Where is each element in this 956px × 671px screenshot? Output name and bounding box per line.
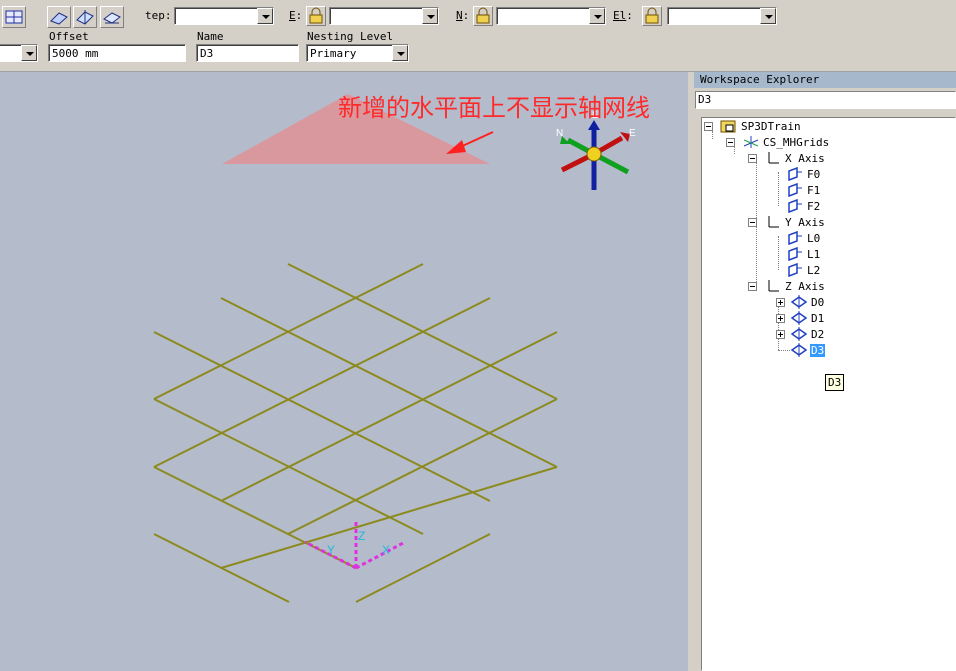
tree-node-elevation-plane[interactable]: D0 (790, 294, 825, 310)
grid-plane-icon (788, 182, 802, 198)
tree-node-grid-plane[interactable]: L2 (786, 262, 821, 278)
collapse-toggle[interactable] (748, 218, 757, 227)
grid-canvas[interactable]: Y X Z N E El (0, 72, 688, 671)
grid-plane-icon (788, 230, 802, 246)
y-axis-label: Y (327, 543, 335, 557)
name-field[interactable]: D3 (196, 44, 299, 62)
grid-plane-icon (788, 166, 802, 182)
collapse-toggle[interactable] (748, 282, 757, 291)
section-plane-icon[interactable] (100, 6, 124, 28)
grid-plane-icon (788, 198, 802, 214)
toolbar: tep: E: N: El: Offset 5000 mm Name D3 Ne… (0, 0, 956, 72)
tree-node-elevation-plane-selected[interactable]: D3 (790, 342, 826, 358)
chevron-down-icon[interactable] (392, 45, 408, 61)
tree-node-x-axis[interactable]: X Axis (764, 150, 826, 166)
grid-plane-icon (788, 246, 802, 262)
chevron-down-icon[interactable] (422, 8, 438, 24)
left-combo[interactable] (0, 44, 38, 62)
lock-icon[interactable] (473, 6, 493, 26)
tree-node-elevation-plane[interactable]: D2 (790, 326, 825, 342)
chevron-down-icon[interactable] (21, 45, 37, 61)
offset-field[interactable]: 5000 mm (48, 44, 186, 62)
chevron-down-icon[interactable] (589, 8, 605, 24)
elevation-plane-icon (790, 311, 808, 325)
lock-icon[interactable] (642, 6, 662, 26)
step-label: tep: (145, 9, 172, 22)
collapse-toggle[interactable] (726, 138, 735, 147)
nesting-level-combo[interactable]: Primary (306, 44, 409, 62)
el-label: El: (613, 9, 633, 22)
e-label: E: (289, 9, 303, 22)
folder-icon (720, 120, 736, 133)
offset-label: Offset (49, 30, 89, 43)
tree-node-grid-plane[interactable]: F2 (786, 198, 821, 214)
tree-node-grid-plane[interactable]: F1 (786, 182, 821, 198)
tree-node-grid-plane[interactable]: F0 (786, 166, 821, 182)
e-combo[interactable] (329, 7, 439, 25)
annotation-text: 新增的水平面上不显示轴网线 (338, 94, 650, 122)
lock-icon[interactable] (306, 6, 326, 26)
tree-node-grid-plane[interactable]: L1 (786, 246, 821, 262)
z-axis-label: Z (358, 529, 365, 543)
expand-toggle[interactable] (776, 330, 785, 339)
expand-toggle[interactable] (776, 298, 785, 307)
axis-icon (768, 216, 779, 228)
x-axis-label: X (382, 543, 390, 557)
tree-node-root[interactable]: SP3DTrain (720, 118, 802, 134)
explorer-search-input[interactable]: D3 (695, 91, 956, 109)
axis-icon (768, 280, 779, 292)
collapse-toggle[interactable] (748, 154, 757, 163)
explorer-title: Workspace Explorer (694, 72, 956, 88)
graphic-view[interactable]: Y X Z N E El 新增的水平面上不显示轴网线 (0, 72, 688, 671)
compass-east-label: E (629, 128, 636, 139)
expand-toggle[interactable] (776, 314, 785, 323)
coordinate-system-icon (743, 136, 759, 148)
elevation-plane-icon[interactable] (47, 6, 71, 28)
workspace-explorer: Workspace Explorer D3 SP3DTrain CS_MHGri… (694, 72, 956, 671)
elevation-plane-icon (790, 327, 808, 341)
elevation-plane-icon (790, 295, 808, 309)
tree-node-z-axis[interactable]: Z Axis (764, 278, 826, 294)
place-grid-icon[interactable] (2, 6, 26, 28)
annotation-arrow-icon (446, 131, 494, 154)
elevation-plane-icon (790, 343, 808, 357)
explorer-tree[interactable]: SP3DTrain CS_MHGrids X Axis F0 F1 F2 Y A… (701, 117, 956, 671)
el-combo[interactable] (667, 7, 777, 25)
tree-node-y-axis[interactable]: Y Axis (764, 214, 826, 230)
nesting-level-label: Nesting Level (307, 30, 394, 43)
chevron-down-icon[interactable] (760, 8, 776, 24)
chevron-down-icon[interactable] (257, 8, 273, 24)
tree-node-grid-plane[interactable]: L0 (786, 230, 821, 246)
grid-plane-icon (788, 262, 802, 278)
n-combo[interactable] (496, 7, 606, 25)
compass-north-label: N (556, 128, 563, 139)
tree-node-elevation-plane[interactable]: D1 (790, 310, 825, 326)
axis-icon (768, 152, 779, 164)
tooltip: D3 (825, 374, 845, 391)
collapse-toggle[interactable] (704, 122, 713, 131)
tree-node-grid-system[interactable]: CS_MHGrids (742, 134, 830, 150)
n-label: N: (456, 9, 470, 22)
name-label: Name (197, 30, 224, 43)
step-combo[interactable] (174, 7, 274, 25)
grid-plane-icon[interactable] (73, 6, 97, 28)
